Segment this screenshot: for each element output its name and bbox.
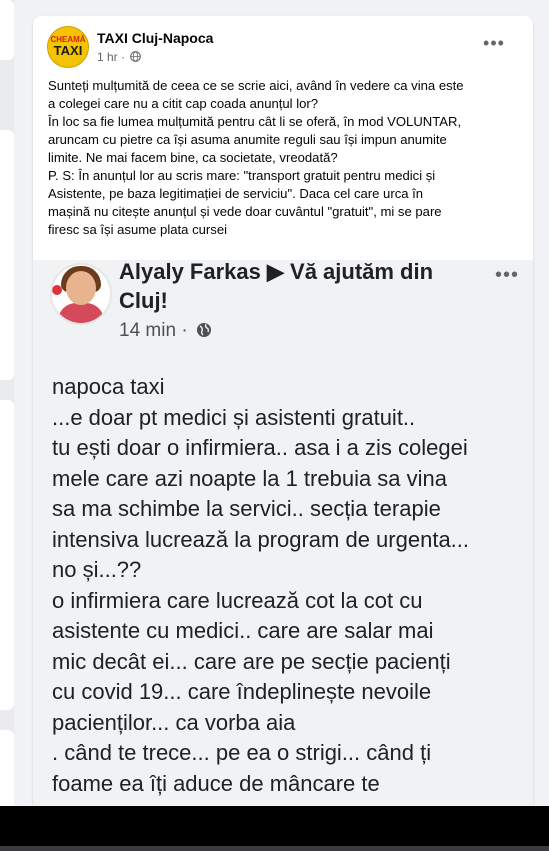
post-more-button[interactable]: ••• <box>479 32 509 56</box>
post-timestamp[interactable]: 1 hr <box>97 50 118 64</box>
shared-post-text: napoca taxi ...e doar pt medici și asist… <box>52 374 470 796</box>
author-avatar <box>50 263 112 325</box>
post-text: Sunteți mulțumită de ceea ce se scrie ai… <box>48 78 464 237</box>
shared-meta-separator: · <box>181 320 188 341</box>
avatar-shirt <box>58 303 104 323</box>
logo-bottom-text: TAXI <box>53 43 83 58</box>
black-bar <box>0 806 549 851</box>
globe-icon <box>196 323 211 337</box>
avatar-face <box>66 271 96 305</box>
left-card <box>0 400 14 710</box>
shared-author-line: Alyaly Farkas ▶ Vă ajutăm din Cluj! <box>119 260 434 313</box>
shared-timestamp: 14 min <box>119 320 177 341</box>
left-rail <box>0 0 14 851</box>
left-card <box>0 730 14 810</box>
shared-more-icon: ••• <box>494 264 519 286</box>
post-meta: 1 hr · <box>97 50 142 64</box>
globe-icon[interactable] <box>130 51 142 62</box>
left-card <box>0 130 14 380</box>
page-avatar[interactable]: CHEAMĂ TAXI <box>47 26 89 68</box>
shared-meta: 14 min · <box>119 320 212 342</box>
left-card <box>0 0 14 60</box>
bottom-strip <box>0 846 549 851</box>
feed-post: CHEAMĂ TAXI TAXI Cluj-Napoca 1 hr · ••• … <box>33 16 533 826</box>
shared-screenshot[interactable]: Alyaly Farkas ▶ Vă ajutăm din Cluj! ••• … <box>33 260 533 826</box>
avatar-frame-heart <box>52 285 62 295</box>
post-header: CHEAMĂ TAXI TAXI Cluj-Napoca 1 hr · ••• <box>47 26 517 72</box>
meta-separator: · <box>121 50 129 64</box>
page-name-link[interactable]: TAXI Cluj-Napoca <box>97 30 213 46</box>
